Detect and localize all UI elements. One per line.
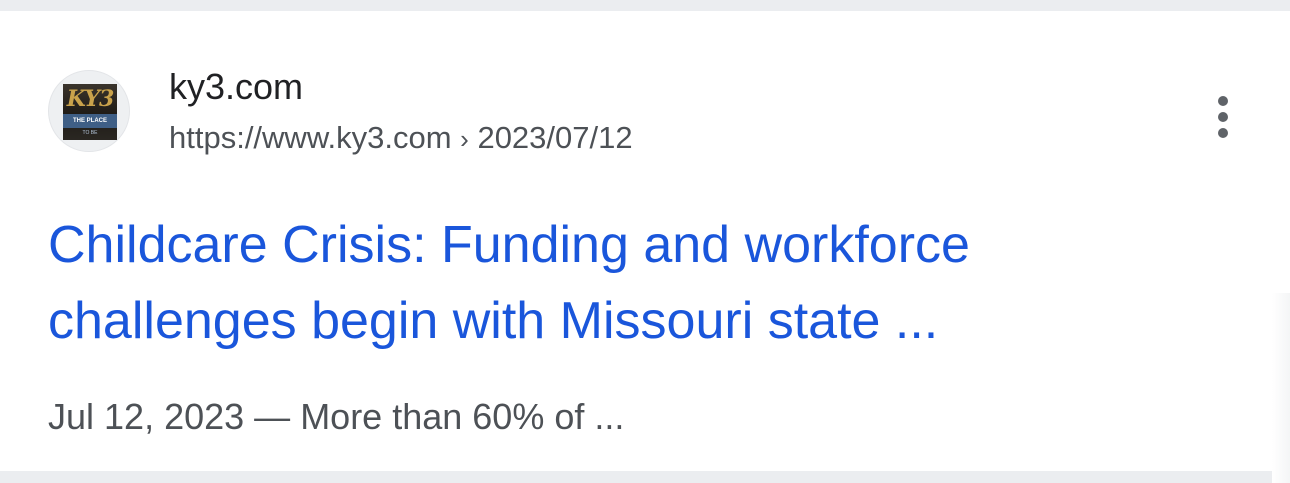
result-title-link[interactable]: Childcare Crisis: Funding and workforce … bbox=[48, 207, 1228, 359]
result-snippet: Jul 12, 2023 — More than 60% of ... bbox=[48, 396, 624, 438]
snippet-date: Jul 12, 2023 bbox=[48, 396, 245, 437]
site-url: https://www.ky3.com bbox=[169, 120, 452, 155]
ky3-logo-icon: KY3 THE PLACE TO BE bbox=[63, 84, 117, 140]
search-result-card: KY3 THE PLACE TO BE ky3.com https://www.… bbox=[0, 11, 1290, 483]
logo-band-text: THE PLACE bbox=[63, 114, 117, 128]
adjacent-card-edge bbox=[1272, 293, 1290, 483]
site-url-breadcrumb[interactable]: https://www.ky3.com › 2023/07/12 bbox=[169, 120, 633, 156]
result-title-line-1: Childcare Crisis: Funding and workforce bbox=[48, 216, 970, 274]
snippet-dash: — bbox=[254, 396, 291, 437]
url-path: 2023/07/12 bbox=[477, 120, 633, 155]
breadcrumb-separator: › bbox=[460, 124, 469, 154]
site-name[interactable]: ky3.com bbox=[169, 66, 303, 108]
logo-sub-text: TO BE bbox=[82, 130, 98, 136]
snippet-text: More than 60% of ... bbox=[300, 396, 625, 437]
more-options-button[interactable] bbox=[1200, 96, 1246, 156]
site-favicon[interactable]: KY3 THE PLACE TO BE bbox=[48, 70, 130, 152]
result-title-line-2: challenges begin with Missouri state ... bbox=[48, 292, 939, 350]
logo-text: KY3 bbox=[66, 86, 115, 112]
